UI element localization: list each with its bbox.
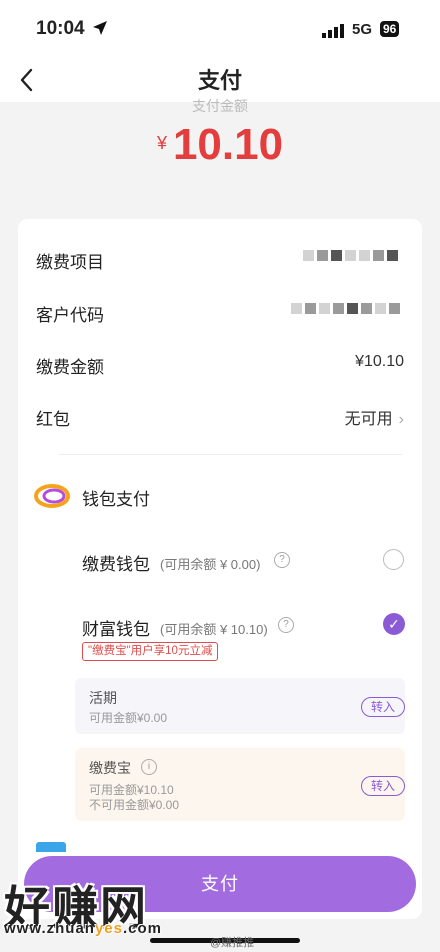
current-account-card: 活期 可用金额¥0.00 转入 [75,678,405,734]
signal-icon [322,24,344,38]
payment-card: 缴费项目 客户代码 缴费金额 ¥10.10 红包 无可用 › 钱包支付 缴费钱包 … [18,219,422,919]
bao-title: 缴费宝 [89,760,131,776]
chevron-right-icon: › [398,411,404,428]
amount-number: 10.10 [172,120,284,169]
row-fee-amount: 缴费金额 ¥10.10 [36,349,404,379]
weibo-watermark: @赚推推 [210,937,255,949]
current-title: 活期 [89,690,117,706]
promo-tag: "缴费宝"用户享10元立减 [82,642,219,661]
info-icon[interactable]: i [141,759,157,775]
amount-caption: 支付金额 [192,98,248,114]
row-fee-item: 缴费项目 [36,244,404,274]
wealth-wallet-balance: (可用余额 ¥ 10.10) [160,622,268,637]
bao-transfer-button[interactable]: 转入 [361,776,405,796]
question-icon[interactable]: ? [274,552,290,568]
current-available: 可用金额¥0.00 [89,711,168,725]
option-fee-wallet[interactable]: 缴费钱包 (可用余额 ¥ 0.00) ? [82,547,404,577]
row-red-packet[interactable]: 红包 无可用 › [36,401,404,431]
fee-bao-card: 缴费宝 i 可用金额¥10.10 不可用金额¥0.00 转入 [75,748,405,821]
wallet-payment-title: 钱包支付 [82,490,150,509]
fee-amount-label: 缴费金额 [36,358,104,377]
red-packet-label: 红包 [36,410,70,429]
customer-code-label: 客户代码 [36,306,104,325]
red-packet-value: 无可用 › [344,411,404,428]
status-bar: 10:04 5G 96 [0,0,440,58]
amount-value: ¥10.10 [0,120,440,170]
current-transfer-button[interactable]: 转入 [361,697,405,717]
option-wealth-wallet[interactable]: 财富钱包 (可用余额 ¥ 10.10) ? ✓ [82,612,405,642]
network-label: 5G [352,21,373,38]
redacted-mosaic [291,303,400,317]
fee-wallet-balance: (可用余额 ¥ 0.00) [160,557,261,572]
battery-icon: 96 [380,21,400,37]
wallet-cloud-icon [34,484,70,508]
wealth-wallet-checked-icon[interactable]: ✓ [383,613,405,635]
amount-section: 支付金额 ¥10.10 [0,98,440,214]
row-customer-code: 客户代码 [36,297,404,327]
bao-unavailable: 不可用金额¥0.00 [89,798,180,812]
status-time: 10:04 [36,18,85,39]
location-arrow-icon [93,21,107,35]
divider [58,454,402,455]
question-icon[interactable]: ? [278,617,294,633]
alipay-icon [36,842,66,852]
fee-wallet-name: 缴费钱包 [82,555,150,574]
wealth-wallet-name: 财富钱包 [82,620,150,639]
page-title: 支付 [197,68,242,93]
fee-wallet-radio[interactable] [383,549,404,570]
redacted-mosaic [303,250,398,264]
currency-symbol: ¥ [156,133,167,153]
fee-item-label: 缴费项目 [36,253,104,272]
fee-amount-value: ¥10.10 [355,353,404,370]
watermark-url: www.zhuanyes.com [4,920,162,937]
